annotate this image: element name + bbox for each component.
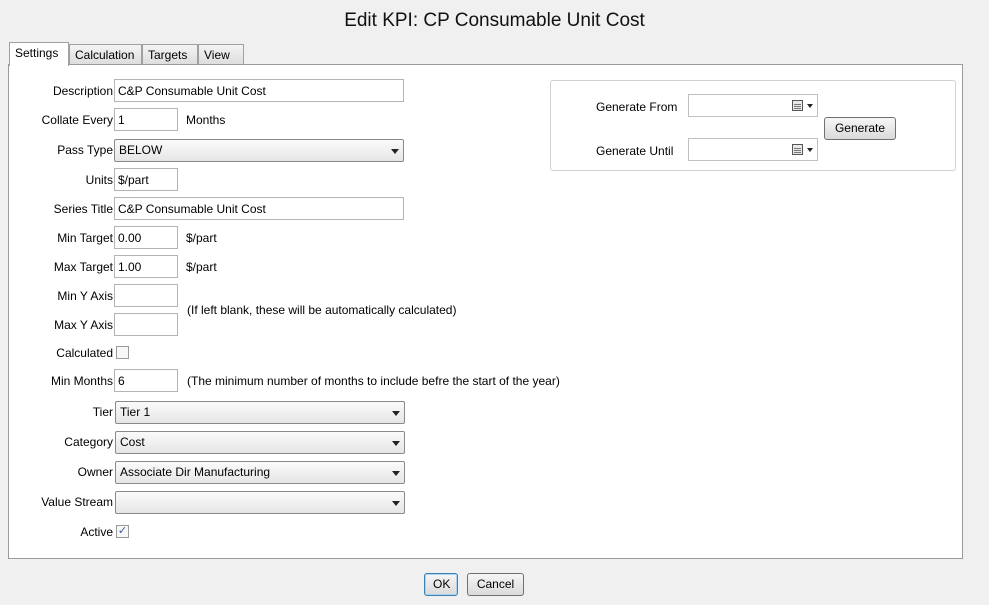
collate-every-label: Collate Every: [41, 113, 113, 127]
min-y-axis-input[interactable]: [114, 284, 178, 307]
generate-group: Generate From Generate Until Generate: [550, 80, 956, 171]
min-y-axis-label: Min Y Axis: [57, 289, 113, 303]
description-input[interactable]: [114, 79, 404, 102]
tab-settings[interactable]: Settings: [9, 42, 69, 66]
min-target-input[interactable]: [114, 226, 178, 249]
generate-until-label: Generate Until: [596, 144, 674, 158]
chevron-down-icon: [392, 501, 400, 506]
generate-from-label: Generate From: [596, 100, 678, 114]
generate-button[interactable]: Generate: [824, 117, 896, 140]
chevron-down-icon: [391, 149, 399, 154]
settings-panel: Description Collate Every Months Pass Ty…: [8, 64, 963, 559]
generate-from-datepicker[interactable]: [688, 94, 818, 117]
collate-every-unit: Months: [186, 113, 226, 127]
value-stream-label: Value Stream: [41, 495, 113, 509]
pass-type-label: Pass Type: [57, 143, 113, 157]
tier-select[interactable]: Tier 1: [115, 401, 405, 424]
generate-until-datepicker[interactable]: [688, 138, 818, 161]
owner-label: Owner: [77, 465, 113, 479]
pass-type-select[interactable]: BELOW: [114, 139, 404, 162]
tier-value: Tier 1: [120, 405, 151, 419]
max-target-input[interactable]: [114, 255, 178, 278]
min-months-label: Min Months: [50, 374, 113, 388]
description-label: Description: [52, 84, 113, 98]
category-select[interactable]: Cost: [115, 431, 405, 454]
max-y-axis-label: Max Y Axis: [54, 318, 113, 332]
series-title-label: Series Title: [53, 202, 113, 216]
chevron-down-icon[interactable]: [807, 104, 813, 108]
units-input[interactable]: [114, 168, 178, 191]
dialog-title: Edit KPI: CP Consumable Unit Cost: [344, 10, 645, 31]
chevron-down-icon: [392, 471, 400, 476]
calculated-checkbox[interactable]: [116, 346, 129, 359]
chevron-down-icon: [392, 441, 400, 446]
owner-value: Associate Dir Manufacturing: [120, 465, 271, 479]
calendar-icon[interactable]: [792, 144, 803, 155]
min-months-input[interactable]: [114, 369, 178, 392]
units-label: Units: [85, 173, 113, 187]
tab-view[interactable]: View: [198, 44, 244, 65]
calendar-icon[interactable]: [792, 100, 803, 111]
max-y-axis-input[interactable]: [114, 313, 178, 336]
y-axis-hint: (If left blank, these will be automatica…: [187, 303, 457, 317]
category-label: Category: [64, 435, 113, 449]
min-target-unit: $/part: [186, 231, 217, 245]
active-checkbox[interactable]: ✓: [116, 525, 129, 538]
min-target-label: Min Target: [57, 231, 113, 245]
value-stream-select[interactable]: [115, 491, 405, 514]
owner-select[interactable]: Associate Dir Manufacturing: [115, 461, 405, 484]
calculated-label: Calculated: [56, 346, 113, 360]
chevron-down-icon[interactable]: [807, 148, 813, 152]
max-target-unit: $/part: [186, 260, 217, 274]
cancel-button[interactable]: Cancel: [467, 573, 524, 596]
max-target-label: Max Target: [53, 260, 113, 274]
tab-targets[interactable]: Targets: [142, 44, 198, 65]
tier-label: Tier: [92, 405, 113, 419]
pass-type-value: BELOW: [119, 143, 163, 157]
ok-button[interactable]: OK: [424, 573, 458, 596]
active-label: Active: [80, 525, 113, 539]
series-title-input[interactable]: [114, 197, 404, 220]
tab-calculation[interactable]: Calculation: [69, 44, 142, 65]
chevron-down-icon: [392, 411, 400, 416]
category-value: Cost: [120, 435, 145, 449]
collate-every-input[interactable]: [114, 108, 178, 131]
min-months-hint: (The minimum number of months to include…: [187, 374, 560, 388]
